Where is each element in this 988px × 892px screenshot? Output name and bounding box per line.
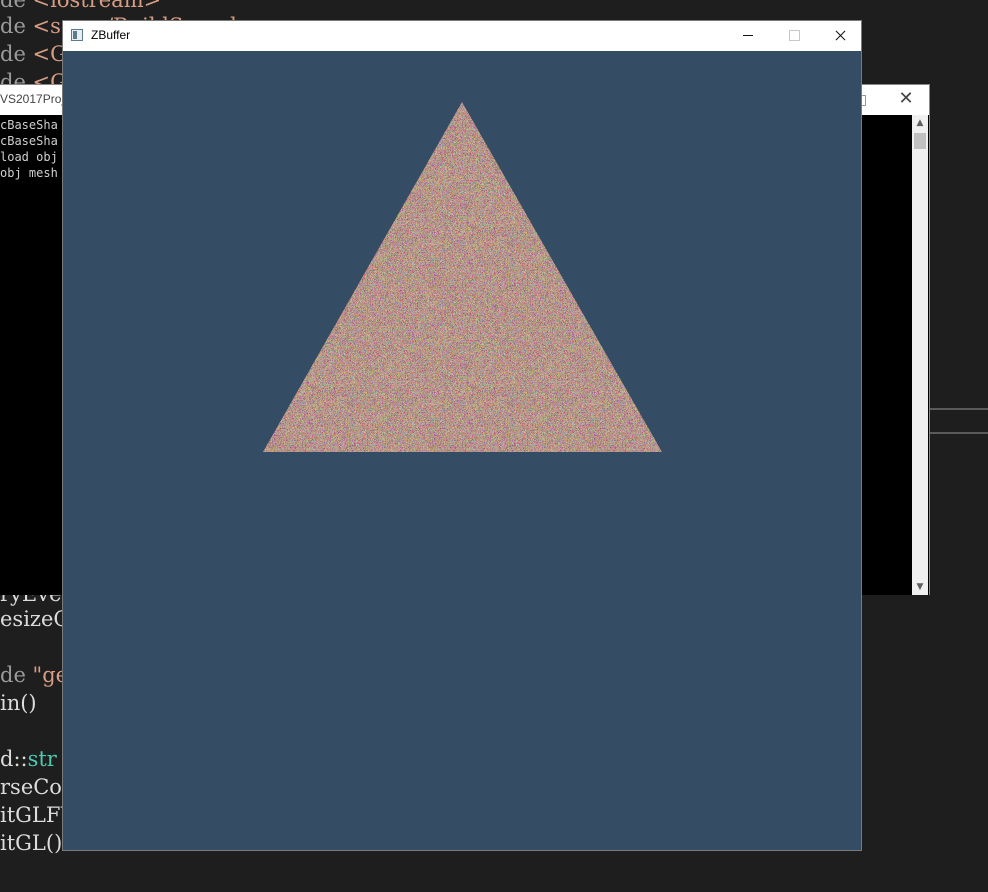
console-output-line: load obj [0, 150, 58, 164]
console-title: VS2017Proj [0, 92, 65, 106]
chevron-down-icon[interactable]: ▼ [912, 579, 928, 595]
code-line: esizeC [0, 605, 69, 633]
maximize-button[interactable] [771, 21, 817, 51]
console-output-line: cBaseSha [0, 134, 58, 148]
editor-divider [930, 408, 988, 410]
chevron-up-icon[interactable]: ▲ [912, 115, 928, 131]
code-token: <iostream> [32, 0, 162, 12]
close-icon[interactable]: ✕ [896, 89, 916, 109]
code-token: de [0, 663, 33, 687]
rendered-triangle [263, 102, 662, 452]
window-app-icon [71, 29, 83, 41]
console-output-line: cBaseSha [0, 118, 58, 132]
console-output-line: obj mesh [0, 166, 58, 180]
code-token: de [0, 42, 33, 66]
close-button[interactable] [817, 21, 863, 51]
minimize-button[interactable] [725, 21, 771, 51]
editor-divider [930, 432, 988, 434]
code-token: de [0, 14, 33, 38]
zbuffer-titlebar[interactable]: ZBuffer [63, 21, 861, 51]
console-scrollbar[interactable]: ▲ ▼ [912, 115, 928, 595]
code-line: in() [0, 689, 37, 717]
code-token: de [0, 0, 33, 12]
code-line: de "ge [0, 661, 68, 689]
code-line: d::str [0, 745, 57, 773]
window-title: ZBuffer [91, 28, 131, 42]
code-line: itGL() [0, 829, 62, 857]
scrollbar-thumb[interactable] [914, 133, 926, 149]
code-token: in() [0, 691, 37, 715]
code-token: d:: [0, 747, 28, 771]
zbuffer-window[interactable]: ZBuffer [62, 20, 862, 851]
code-token: esizeC [0, 607, 70, 631]
code-token: itGL() [0, 831, 63, 855]
render-canvas[interactable] [63, 51, 861, 850]
code-token: str [27, 747, 57, 771]
